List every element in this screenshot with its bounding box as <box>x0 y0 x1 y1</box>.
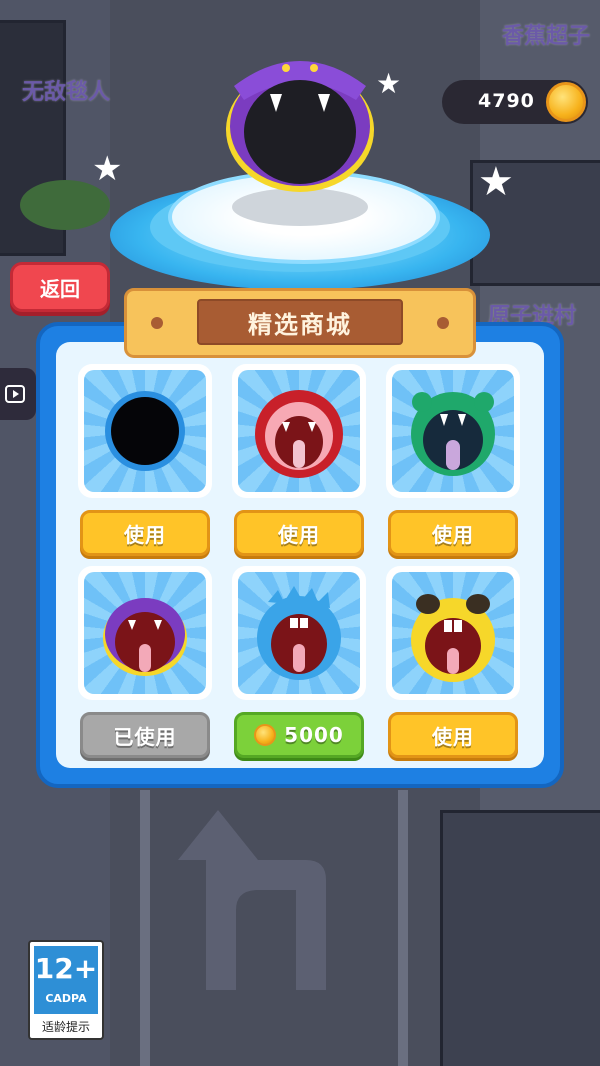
age-rating-box: 12+ CADPA <box>34 946 98 1014</box>
selected-skin-preview-icon <box>226 61 374 192</box>
sparkle-star-icon: ★ <box>92 149 123 189</box>
use-button[interactable]: 使用 <box>388 712 518 758</box>
age-rating-badge: 12+ CADPA 适龄提示 <box>28 940 104 1040</box>
coin-icon <box>546 82 586 122</box>
skin-card-red-lion[interactable] <box>232 364 366 498</box>
road-turn-arrow-icon <box>178 810 326 990</box>
age-number: 12+ <box>34 952 98 985</box>
skin-card-green-monster[interactable] <box>386 364 520 498</box>
back-button[interactable]: 返回 <box>10 262 110 312</box>
nail-icon <box>151 317 163 329</box>
skin-card-purple-snake[interactable] <box>78 566 212 700</box>
yellow-pug-mouth-icon <box>411 594 495 682</box>
player-name-label: 香蕉超子 <box>502 24 591 49</box>
shop-title-board: 精选商城 <box>124 288 476 358</box>
age-hint: 适龄提示 <box>41 1020 90 1034</box>
skin-card-yellow-pug[interactable] <box>386 566 520 700</box>
skin-card-blue-monster[interactable] <box>232 566 366 700</box>
green-monster-mouth-icon <box>411 392 495 476</box>
used-button[interactable]: 已使用 <box>80 712 210 758</box>
side-video-tab[interactable] <box>0 368 36 420</box>
use-button[interactable]: 使用 <box>388 510 518 556</box>
price-label: 5000 <box>284 723 344 747</box>
player-name-label: 无敌毯人 <box>22 80 111 105</box>
coin-icon <box>254 724 277 746</box>
use-button[interactable]: 使用 <box>234 510 364 556</box>
video-icon <box>5 385 25 403</box>
building <box>440 810 600 1066</box>
blue-monster-mouth-icon <box>257 586 341 680</box>
coin-counter: 4790 <box>442 80 588 124</box>
black-hole-icon <box>105 391 185 471</box>
age-org: CADPA <box>45 992 87 1005</box>
lane-line <box>140 790 150 1066</box>
sparkle-star-icon: ★ <box>478 159 514 205</box>
purple-snake-mouth-icon <box>103 598 187 676</box>
skin-card-black-hole[interactable] <box>78 364 212 498</box>
shop-title: 精选商城 <box>197 299 403 345</box>
red-lion-mouth-icon <box>255 390 343 478</box>
sparkle-star-icon: ★ <box>376 67 402 100</box>
lane-line <box>398 790 408 1066</box>
coin-count: 4790 <box>478 90 535 112</box>
buy-button[interactable]: 5000 <box>234 712 364 758</box>
nail-icon <box>437 317 449 329</box>
use-button[interactable]: 使用 <box>80 510 210 556</box>
